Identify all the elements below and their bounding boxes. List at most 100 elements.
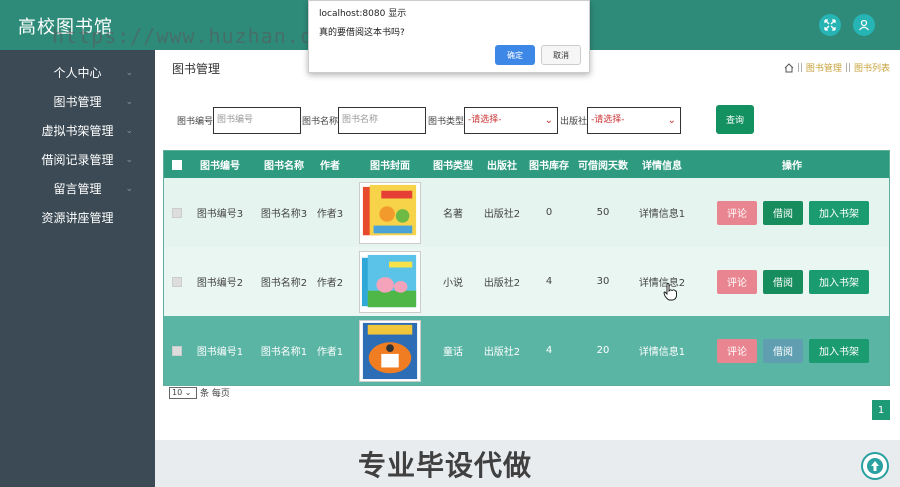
table-row: 图书编号3 图书名称3 作者3 名著 出版社2 0 50 详情信息1 评论 借阅…	[164, 178, 889, 247]
breadcrumb-separator: ||	[844, 62, 851, 73]
cell-book-name: 图书名称3	[260, 209, 308, 220]
sidebar-item-label: 留言管理	[53, 182, 102, 196]
book-type-select[interactable]: -请选择- ⌄	[464, 107, 559, 134]
column-header: 图书类型	[433, 161, 473, 172]
sidebar: 个人中心 ⌄ 图书管理 ⌄ 虚拟书架管理 ⌄ 借阅记录管理 ⌄ 留言管理 ⌄ 资源讲座管理	[0, 50, 155, 487]
cell-author: 作者2	[316, 278, 344, 289]
cell-days: 20	[596, 345, 610, 356]
sidebar-item-lectures[interactable]: 资源讲座管理	[0, 204, 155, 233]
dialog-ok-button[interactable]: 确定	[495, 45, 535, 65]
main-panel: 图书管理 || 图书管理 || 图书列表 图书编号 图书编号 图书名称 图书名称…	[155, 50, 900, 440]
breadcrumb-item: 图书列表	[853, 64, 890, 74]
cell-publisher: 出版社2	[483, 347, 521, 358]
sidebar-item-personal[interactable]: 个人中心 ⌄	[0, 59, 155, 88]
search-bar: 图书编号 图书编号 图书名称 图书名称 图书类型 -请选择- ⌄ 出版社 -请选择…	[177, 107, 682, 134]
breadcrumb: || 图书管理 || 图书列表	[784, 61, 890, 74]
home-icon[interactable]	[784, 62, 794, 73]
column-header: 可借阅天数	[578, 161, 628, 172]
cell-stock: 4	[545, 345, 553, 356]
comment-button[interactable]: 评论	[717, 269, 757, 294]
add-to-shelf-button[interactable]: 加入书架	[809, 338, 869, 363]
cell-book-type: 童话	[443, 347, 463, 358]
cell-detail: 详情信息1	[638, 347, 686, 358]
row-checkbox[interactable]	[172, 276, 182, 287]
dialog-host: localhost:8080 显示	[319, 9, 407, 19]
chevron-down-icon: ⌄	[667, 115, 677, 126]
sidebar-item-borrow-records[interactable]: 借阅记录管理 ⌄	[0, 146, 155, 175]
breadcrumb-item[interactable]: 图书管理	[806, 61, 842, 74]
sidebar-item-label: 图书管理	[53, 95, 102, 109]
user-icon[interactable]	[853, 14, 875, 36]
dialog-cancel-button[interactable]: 取消	[541, 45, 581, 65]
book-cover-image	[359, 250, 421, 313]
add-to-shelf-button[interactable]: 加入书架	[809, 200, 869, 225]
sidebar-item-books[interactable]: 图书管理 ⌄	[0, 88, 155, 117]
row-checkbox[interactable]	[172, 207, 182, 218]
chevron-down-icon: ⌄	[125, 155, 133, 165]
cell-publisher: 出版社2	[483, 209, 521, 220]
column-header: 图书编号	[200, 161, 240, 172]
cell-stock: 4	[545, 276, 553, 287]
borrow-button[interactable]: 借阅	[763, 269, 803, 294]
comment-button[interactable]: 评论	[717, 338, 757, 363]
cell-book-type: 名著	[443, 209, 463, 220]
pagination-size: 10 ⌄ 条 每页	[169, 386, 230, 399]
add-to-shelf-button[interactable]: 加入书架	[809, 269, 869, 294]
cell-book-id: 图书编号2	[196, 278, 244, 289]
cell-book-name: 图书名称1	[260, 347, 308, 358]
column-header: 详情信息	[642, 161, 682, 172]
row-checkbox[interactable]	[172, 345, 182, 356]
sidebar-item-label: 资源讲座管理	[41, 211, 114, 225]
sidebar-item-label: 虚拟书架管理	[41, 124, 114, 138]
sidebar-item-messages[interactable]: 留言管理 ⌄	[0, 175, 155, 204]
select-all-checkbox[interactable]	[172, 159, 182, 170]
publisher-select[interactable]: -请选择- ⌄	[587, 107, 682, 134]
column-header: 图书名称	[264, 161, 304, 172]
cell-author: 作者1	[316, 347, 344, 358]
sidebar-item-label: 借阅记录管理	[41, 153, 114, 167]
table-row: 图书编号2 图书名称2 作者2 小说 出版社2 4 30 详情信息2 评论 借阅…	[164, 247, 889, 316]
cell-author: 作者3	[316, 209, 344, 220]
back-to-top-icon[interactable]	[861, 452, 889, 480]
chevron-down-icon: ⌄	[125, 68, 133, 78]
column-header: 操作	[782, 161, 802, 172]
fullscreen-icon[interactable]	[819, 14, 841, 36]
confirm-dialog: localhost:8080 显示 真的要借阅这本书吗? 确定 取消	[308, 0, 590, 73]
page-size-suffix: 条 每页	[200, 389, 230, 399]
page-number-button[interactable]: 1	[872, 400, 890, 420]
book-name-input[interactable]: 图书名称	[338, 107, 427, 134]
chevron-down-icon: ⌄	[125, 184, 133, 194]
page-size-select[interactable]: 10 ⌄	[169, 386, 197, 399]
borrow-button[interactable]: 借阅	[763, 338, 803, 363]
select-value: -请选择-	[468, 115, 502, 125]
chevron-down-icon: ⌄	[125, 126, 133, 136]
dialog-message: 真的要借阅这本书吗?	[319, 28, 405, 38]
cell-detail: 详情信息2	[638, 278, 686, 289]
comment-button[interactable]: 评论	[717, 200, 757, 225]
books-table: 图书编号 图书名称 作者 图书封面 图书类型 出版社 图书库存 可借阅天数 详情…	[163, 150, 890, 386]
column-header: 图书封面	[370, 161, 410, 172]
column-header: 出版社	[487, 161, 517, 172]
cell-days: 30	[596, 276, 610, 287]
search-label-book-name: 图书名称	[302, 117, 339, 127]
cell-book-type: 小说	[443, 278, 463, 289]
book-id-input[interactable]: 图书编号	[213, 107, 302, 134]
borrow-button[interactable]: 借阅	[763, 200, 803, 225]
query-button[interactable]: 查询	[716, 105, 754, 134]
cell-publisher: 出版社2	[483, 278, 521, 289]
breadcrumb-separator: ||	[796, 62, 803, 73]
cell-book-id: 图书编号3	[196, 209, 244, 220]
sidebar-item-virtual-shelf[interactable]: 虚拟书架管理 ⌄	[0, 117, 155, 146]
book-cover-image	[359, 319, 421, 382]
cell-book-id: 图书编号1	[196, 347, 244, 358]
table-header: 图书编号 图书名称 作者 图书封面 图书类型 出版社 图书库存 可借阅天数 详情…	[164, 151, 889, 178]
sidebar-item-label: 个人中心	[53, 66, 102, 80]
cell-book-name: 图书名称2	[260, 278, 308, 289]
table-row: 图书编号1 图书名称1 作者1 童话 出版社2 4 20 详情信息1 评论 借阅…	[164, 316, 889, 385]
cell-stock: 0	[545, 207, 553, 218]
search-label-book-id: 图书编号	[177, 117, 214, 127]
book-cover-image	[359, 181, 421, 244]
chevron-down-icon: ⌄	[125, 97, 133, 107]
cell-days: 50	[596, 207, 610, 218]
column-header: 图书库存	[529, 161, 569, 172]
